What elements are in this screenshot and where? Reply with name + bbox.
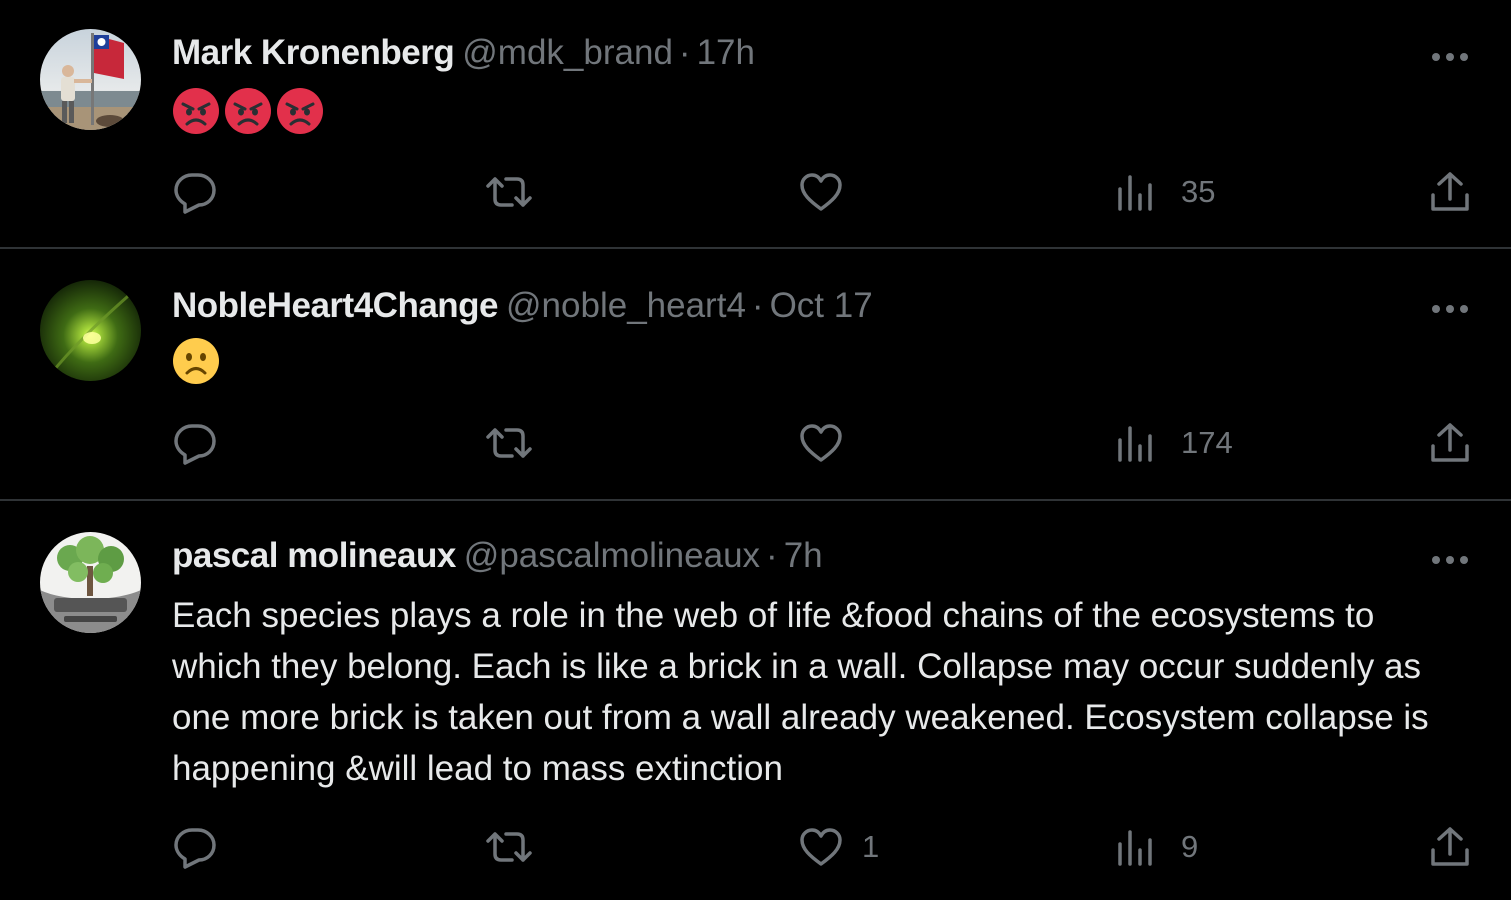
more-options-icon[interactable]	[1431, 49, 1469, 61]
avatar[interactable]	[40, 532, 141, 633]
more-options-icon[interactable]	[1431, 301, 1469, 313]
tweet-actions: 1 9	[0, 823, 1511, 871]
angry-face-emoji	[277, 88, 323, 134]
share-button[interactable]	[1427, 823, 1473, 871]
tweet-actions: 35	[0, 168, 1511, 216]
avatar[interactable]	[40, 280, 141, 381]
reply-icon	[174, 173, 216, 214]
frowning-face-emoji	[173, 338, 219, 384]
reply-icon	[174, 424, 216, 465]
like-button[interactable]: 1	[798, 823, 879, 871]
views-button[interactable]: 174	[1113, 419, 1233, 467]
user-handle[interactable]: @pascalmolineaux	[464, 536, 760, 575]
tweet[interactable]: NobleHeart4Change @noble_heart4 · Oct 17 17…	[0, 249, 1511, 501]
views-icon	[1118, 175, 1152, 211]
timestamp[interactable]: 17h	[697, 33, 755, 72]
timestamp[interactable]: Oct 17	[770, 286, 873, 325]
reply-feed: Mark Kronenberg @mdk_brand · 17h 35 Nobl…	[0, 0, 1511, 900]
retweet-button[interactable]	[485, 168, 533, 216]
display-name[interactable]: NobleHeart4Change	[172, 286, 499, 325]
more-options-icon[interactable]	[1431, 552, 1469, 564]
tweet-emoji-content	[172, 87, 324, 135]
tweet-header: NobleHeart4Change @noble_heart4 · Oct 17	[172, 284, 873, 328]
retweet-icon	[486, 428, 532, 458]
separator: ·	[751, 286, 764, 325]
share-button[interactable]	[1427, 168, 1473, 216]
retweet-button[interactable]	[485, 419, 533, 467]
tweet-header: pascal molineaux @pascalmolineaux · 7h	[172, 534, 823, 578]
separator: ·	[766, 536, 778, 575]
tweet-header: Mark Kronenberg @mdk_brand · 17h	[172, 31, 755, 75]
separator: ·	[678, 33, 691, 72]
like-button[interactable]	[798, 168, 866, 216]
tweet[interactable]: Mark Kronenberg @mdk_brand · 17h 35	[0, 0, 1511, 249]
reply-button[interactable]	[172, 168, 218, 216]
angry-face-emoji	[225, 88, 271, 134]
tweet-emoji-content	[172, 337, 220, 385]
like-button[interactable]	[798, 419, 866, 467]
retweet-icon	[486, 832, 532, 862]
display-name[interactable]: pascal molineaux	[172, 536, 456, 575]
tweet-actions: 174	[0, 419, 1511, 467]
view-count: 35	[1181, 174, 1216, 209]
user-handle[interactable]: @noble_heart4	[506, 286, 746, 325]
retweet-icon	[486, 177, 532, 207]
reply-icon	[174, 828, 216, 869]
share-icon	[1431, 172, 1469, 211]
heart-icon	[800, 828, 842, 866]
display-name[interactable]: Mark Kronenberg	[172, 33, 455, 72]
angry-face-emoji	[173, 88, 219, 134]
views-button[interactable]: 9	[1113, 823, 1198, 871]
view-count: 174	[1181, 425, 1233, 460]
user-handle[interactable]: @mdk_brand	[462, 33, 673, 72]
heart-icon	[800, 173, 842, 211]
tweet-text: Each species plays a role in the web of …	[172, 596, 1429, 788]
views-button[interactable]: 35	[1113, 168, 1215, 216]
views-icon	[1118, 830, 1152, 866]
timestamp[interactable]: 7h	[784, 536, 823, 575]
reply-button[interactable]	[172, 823, 218, 871]
share-icon	[1431, 827, 1469, 866]
tweet[interactable]: pascal molineaux @pascalmolineaux · 7h Each…	[0, 501, 1511, 900]
reply-button[interactable]	[172, 419, 218, 467]
heart-icon	[800, 424, 842, 462]
share-icon	[1431, 423, 1469, 462]
views-icon	[1118, 426, 1152, 462]
avatar[interactable]	[40, 29, 141, 130]
share-button[interactable]	[1427, 419, 1473, 467]
like-count: 1	[862, 829, 880, 864]
retweet-button[interactable]	[485, 823, 533, 871]
view-count: 9	[1181, 829, 1199, 864]
